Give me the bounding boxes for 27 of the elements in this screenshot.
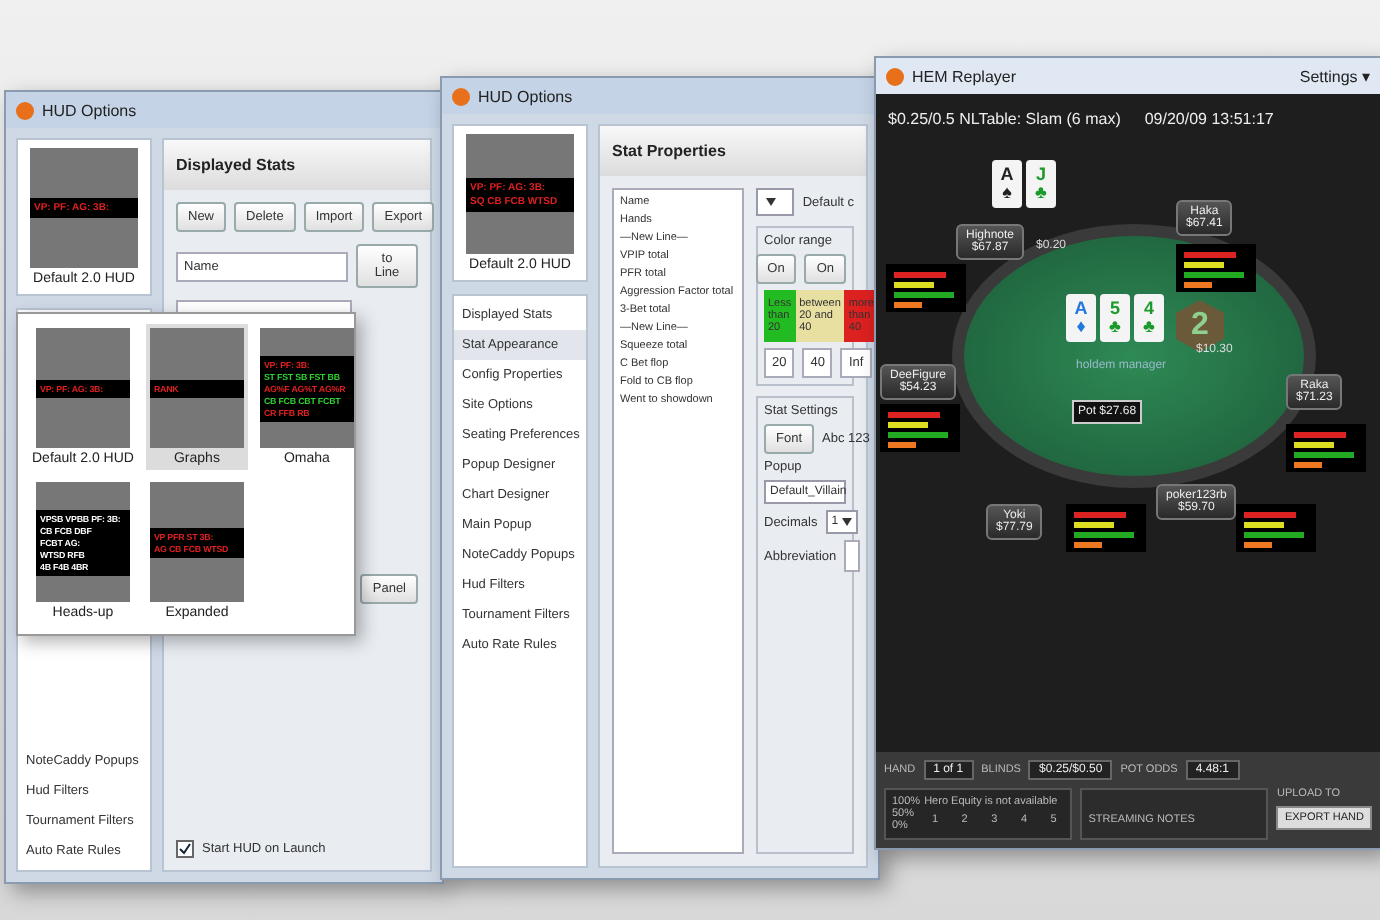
app-icon: [886, 67, 904, 85]
stat-select[interactable]: [756, 188, 795, 216]
hud-stats-icon: [880, 404, 960, 452]
checkbox[interactable]: [176, 840, 194, 858]
hud-stats-icon: [886, 264, 966, 312]
app-icon: [16, 101, 34, 119]
window-title: HEM Replayer: [912, 67, 1017, 85]
hud-stats-icon: [1066, 504, 1146, 552]
window-title: HUD Options: [478, 87, 573, 105]
hud-stats-icon: [1286, 424, 1366, 472]
hand-date: 09/20/09 13:51:17: [1144, 110, 1274, 128]
panel-title: Stat Properties: [600, 126, 866, 176]
abbreviation-field[interactable]: [844, 540, 861, 572]
hud-stats-icon: [1176, 244, 1256, 292]
app-icon: [452, 87, 470, 105]
hud-stats-icon: [1236, 504, 1316, 552]
playing-card: A ♦: [1066, 294, 1096, 342]
playing-card: 4 ♣: [1134, 294, 1164, 342]
caret-icon: [842, 518, 853, 526]
playing-card: A ♠: [992, 160, 1022, 208]
window-title: HUD Options: [42, 101, 137, 119]
panel-title: Displayed Stats: [164, 140, 430, 190]
settings-menu[interactable]: Settings ▾: [1299, 67, 1370, 85]
playing-card: 5 ♣: [1100, 294, 1130, 342]
table-info: $0.25/0.5 NLTable: Slam (6 max): [888, 110, 1121, 128]
caret-icon: [766, 198, 776, 206]
playing-card: J ♣: [1026, 160, 1056, 208]
